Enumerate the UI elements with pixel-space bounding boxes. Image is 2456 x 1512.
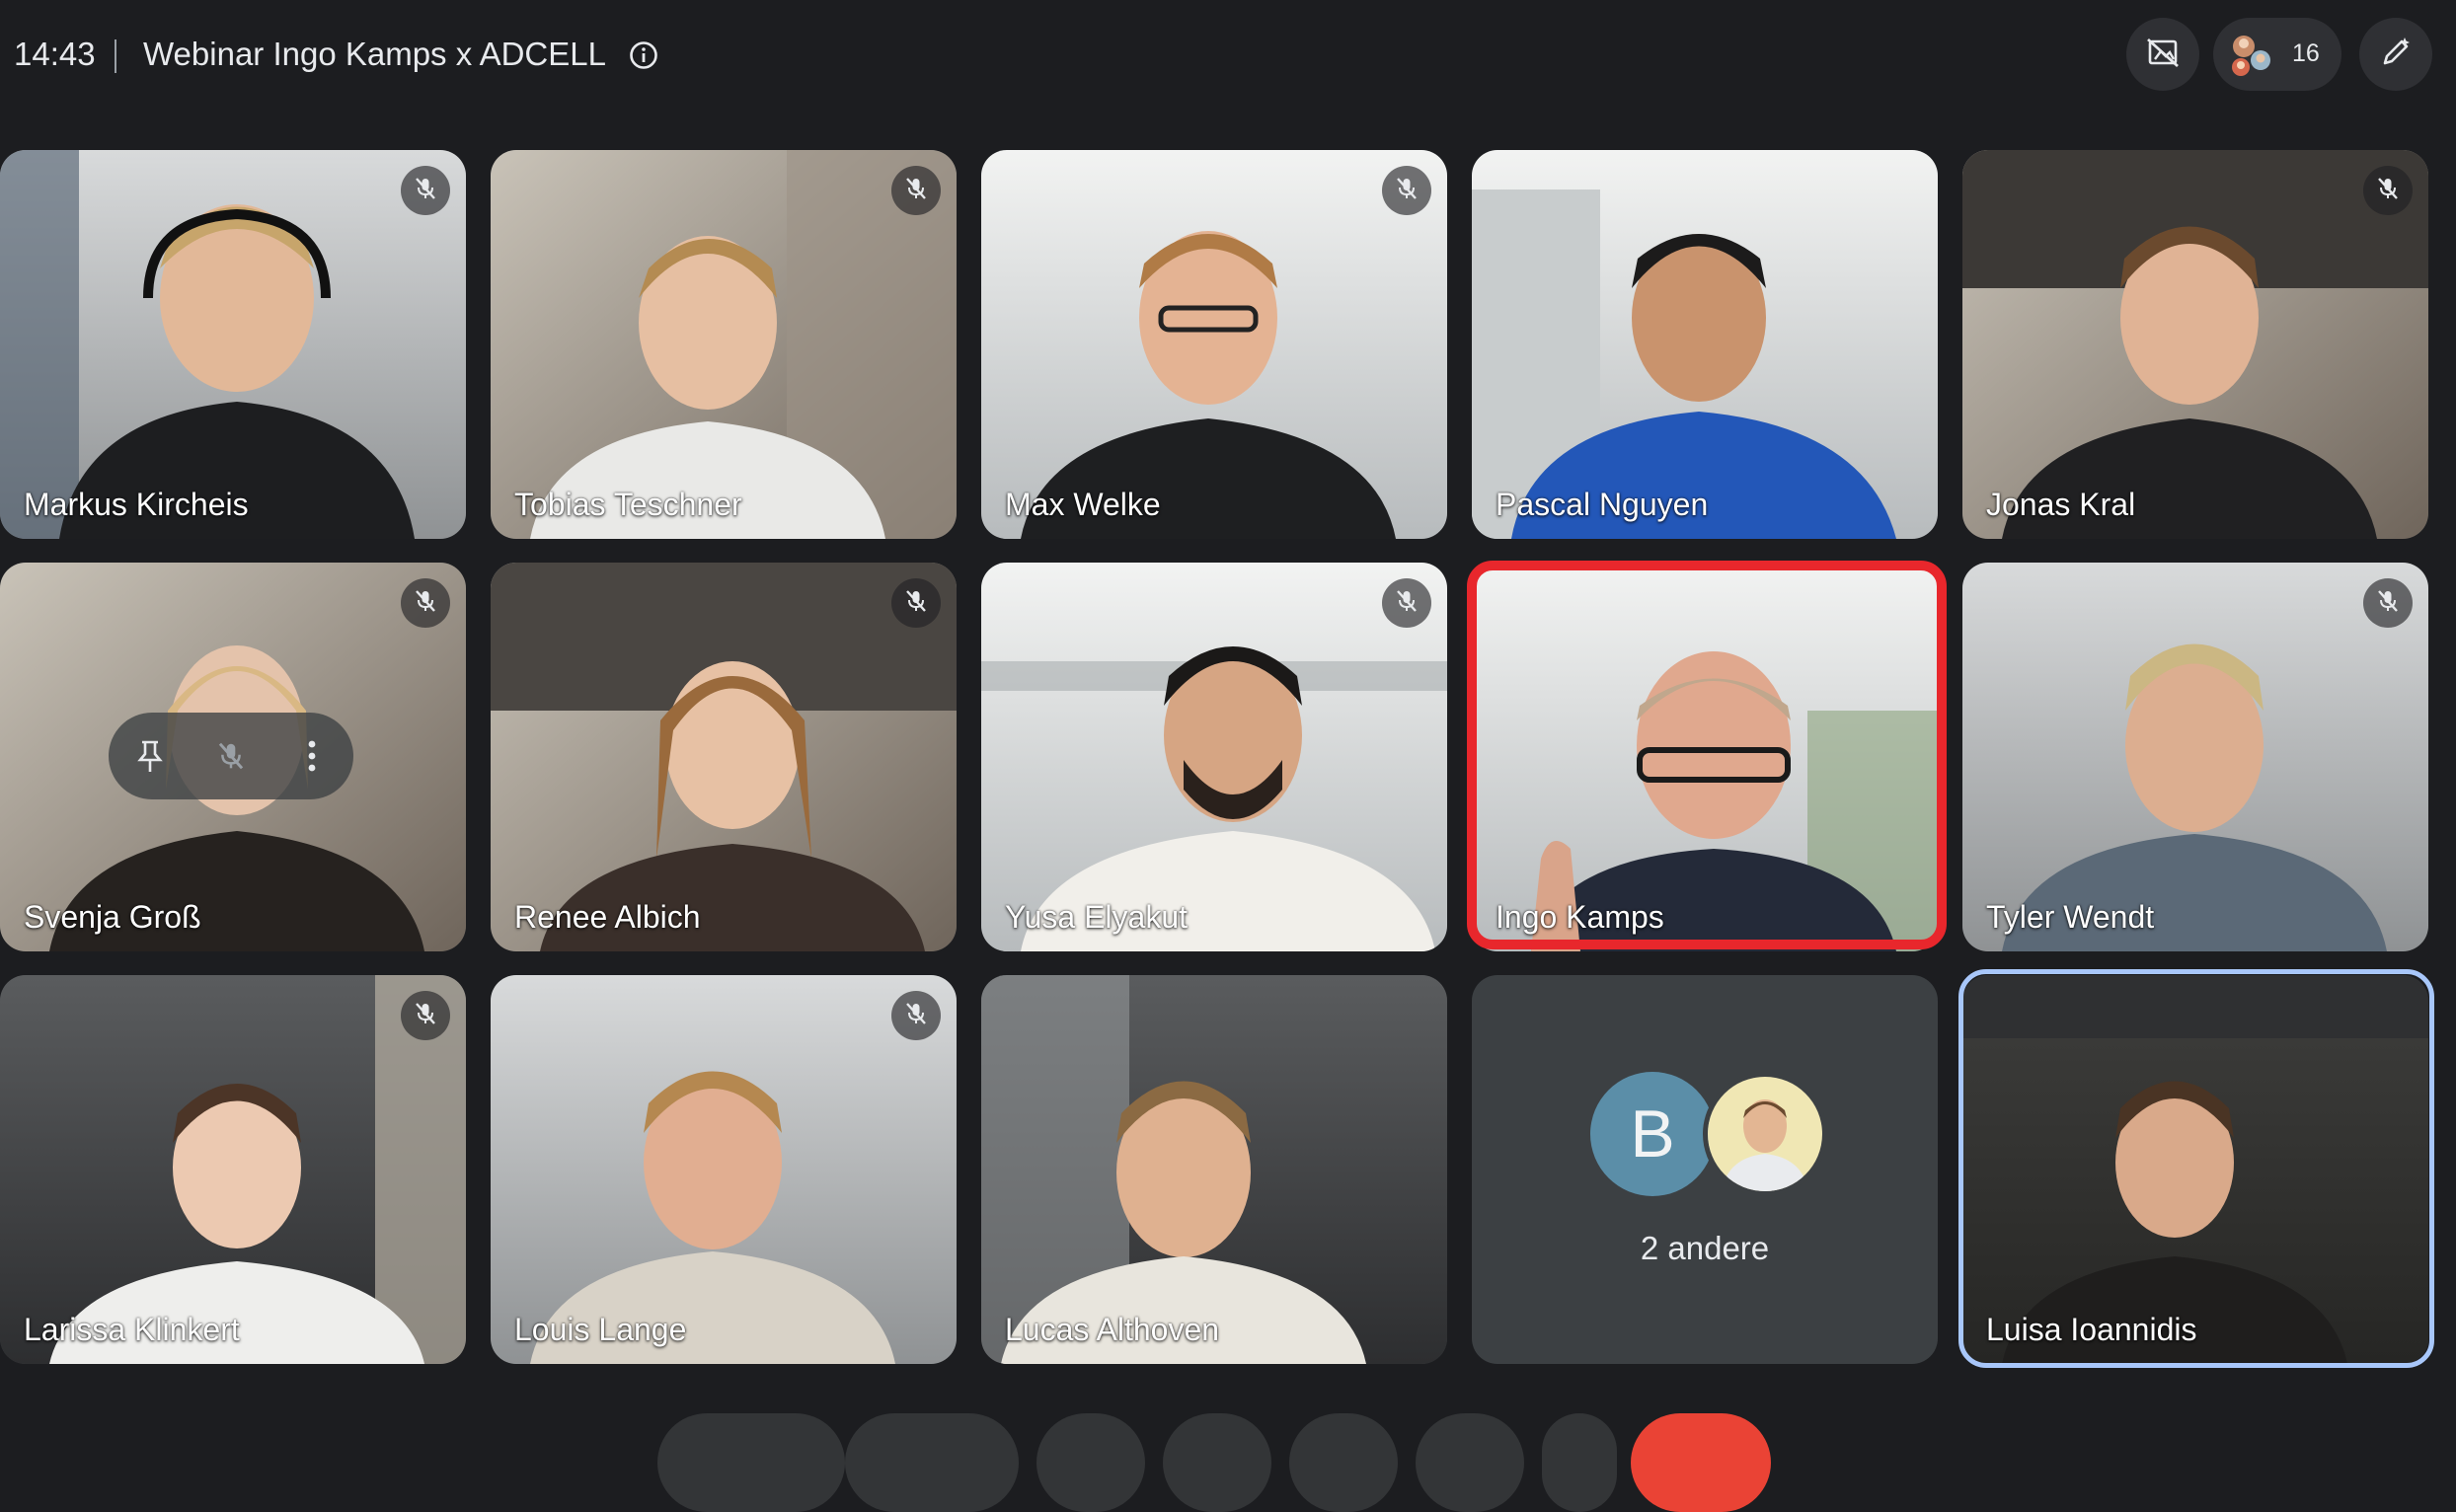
mic-off-indicator xyxy=(891,991,941,1040)
info-icon[interactable] xyxy=(629,40,658,70)
video-feed xyxy=(491,563,957,951)
participant-name: Larissa Klinkert xyxy=(24,1312,240,1347)
divider xyxy=(115,39,116,73)
mic-off-indicator xyxy=(2363,578,2413,628)
participant-name: Pascal Nguyen xyxy=(1496,487,1709,522)
participant-tile[interactable]: Pascal Nguyen xyxy=(1472,150,1938,539)
avatar-initial: B xyxy=(1590,1072,1715,1196)
present-button[interactable] xyxy=(1036,1413,1145,1512)
camera-toggle-button[interactable] xyxy=(845,1413,1019,1512)
pin-icon[interactable] xyxy=(126,732,174,780)
participant-tile[interactable]: Larissa Klinkert xyxy=(0,975,466,1364)
participant-tile[interactable]: Tyler Wendt xyxy=(1962,563,2428,951)
participant-name: Yusa Elyakut xyxy=(1005,899,1188,935)
video-feed xyxy=(1962,150,2428,539)
video-feed xyxy=(0,150,466,539)
others-count-label: 2 andere xyxy=(1640,1230,1770,1266)
more-options-button[interactable] xyxy=(1542,1413,1617,1512)
participant-tile[interactable]: Lucas Althoven xyxy=(981,975,1447,1364)
video-feed xyxy=(981,563,1447,951)
participant-name: Louis Lange xyxy=(514,1312,687,1347)
participants-button[interactable]: 16 xyxy=(2213,18,2341,91)
mic-off-icon xyxy=(413,176,438,206)
tile-hover-actions xyxy=(109,713,353,799)
participant-tile[interactable]: Svenja Groß xyxy=(0,563,466,951)
participant-name: Max Welke xyxy=(1005,487,1161,522)
video-feed xyxy=(981,975,1447,1364)
participant-tile[interactable]: Yusa Elyakut xyxy=(981,563,1447,951)
captions-button[interactable] xyxy=(1289,1413,1398,1512)
participant-tile[interactable]: Markus Kircheis xyxy=(0,150,466,539)
participant-tile[interactable]: Max Welke xyxy=(981,150,1447,539)
participant-tile[interactable]: Jonas Kral xyxy=(1962,150,2428,539)
participant-tile[interactable]: Tobias Teschner xyxy=(491,150,957,539)
leave-call-button[interactable] xyxy=(1631,1413,1771,1512)
meeting-title: Webinar Ingo Kamps x ADCELL xyxy=(143,36,606,72)
participant-name: Lucas Althoven xyxy=(1005,1312,1220,1347)
participant-tile[interactable]: Renee Albich xyxy=(491,563,957,951)
video-feed xyxy=(491,975,957,1364)
mic-off-icon[interactable] xyxy=(207,732,255,780)
meeting-header: 14:43 Webinar Ingo Kamps x ADCELL 16 xyxy=(0,0,2456,113)
self-view-border xyxy=(1958,969,2434,1368)
mic-off-icon xyxy=(903,176,929,206)
participant-count: 16 xyxy=(2292,39,2320,67)
mic-off-icon xyxy=(903,1001,929,1031)
others-tile[interactable]: B 2 andere xyxy=(1472,975,1938,1364)
video-feed xyxy=(981,150,1447,539)
participant-name: Renee Albich xyxy=(514,899,701,935)
participant-name: Svenja Groß xyxy=(24,899,201,935)
mic-off-indicator xyxy=(401,166,450,215)
edit-pen-icon xyxy=(2377,34,2415,76)
mic-off-indicator xyxy=(2363,166,2413,215)
video-feed xyxy=(491,150,957,539)
mic-off-indicator xyxy=(1382,166,1431,215)
mic-off-indicator xyxy=(1382,578,1431,628)
mic-toggle-button[interactable] xyxy=(657,1413,845,1512)
people-icon xyxy=(2227,32,2274,79)
mic-off-icon xyxy=(1394,176,1420,206)
video-feed xyxy=(1472,150,1938,539)
mic-off-indicator xyxy=(401,578,450,628)
mic-off-icon xyxy=(2375,176,2401,206)
participant-name: Tyler Wendt xyxy=(1986,899,2155,935)
participant-name: Tobias Teschner xyxy=(514,487,742,522)
avatar xyxy=(1703,1072,1827,1196)
reactions-button[interactable] xyxy=(1163,1413,1271,1512)
more-vert-icon[interactable] xyxy=(288,732,336,780)
mic-off-indicator xyxy=(891,578,941,628)
video-feed xyxy=(0,975,466,1364)
video-feed xyxy=(1962,563,2428,951)
mic-off-icon xyxy=(2375,588,2401,619)
mic-off-icon xyxy=(903,588,929,619)
clock: 14:43 xyxy=(14,36,96,72)
participant-name: Jonas Kral xyxy=(1986,487,2136,522)
participant-tile[interactable]: Louis Lange xyxy=(491,975,957,1364)
mic-off-icon xyxy=(413,1001,438,1031)
participant-name: Markus Kircheis xyxy=(24,487,249,522)
mic-off-icon xyxy=(413,588,438,619)
raise-hand-button[interactable] xyxy=(1416,1413,1524,1512)
edit-button[interactable] xyxy=(2359,18,2432,91)
no-recording-button[interactable] xyxy=(2126,18,2199,91)
active-speaker-border xyxy=(1467,561,1947,949)
mic-off-indicator xyxy=(891,166,941,215)
no-recording-icon xyxy=(2144,34,2182,76)
mic-off-icon xyxy=(1394,588,1420,619)
mic-off-indicator xyxy=(401,991,450,1040)
